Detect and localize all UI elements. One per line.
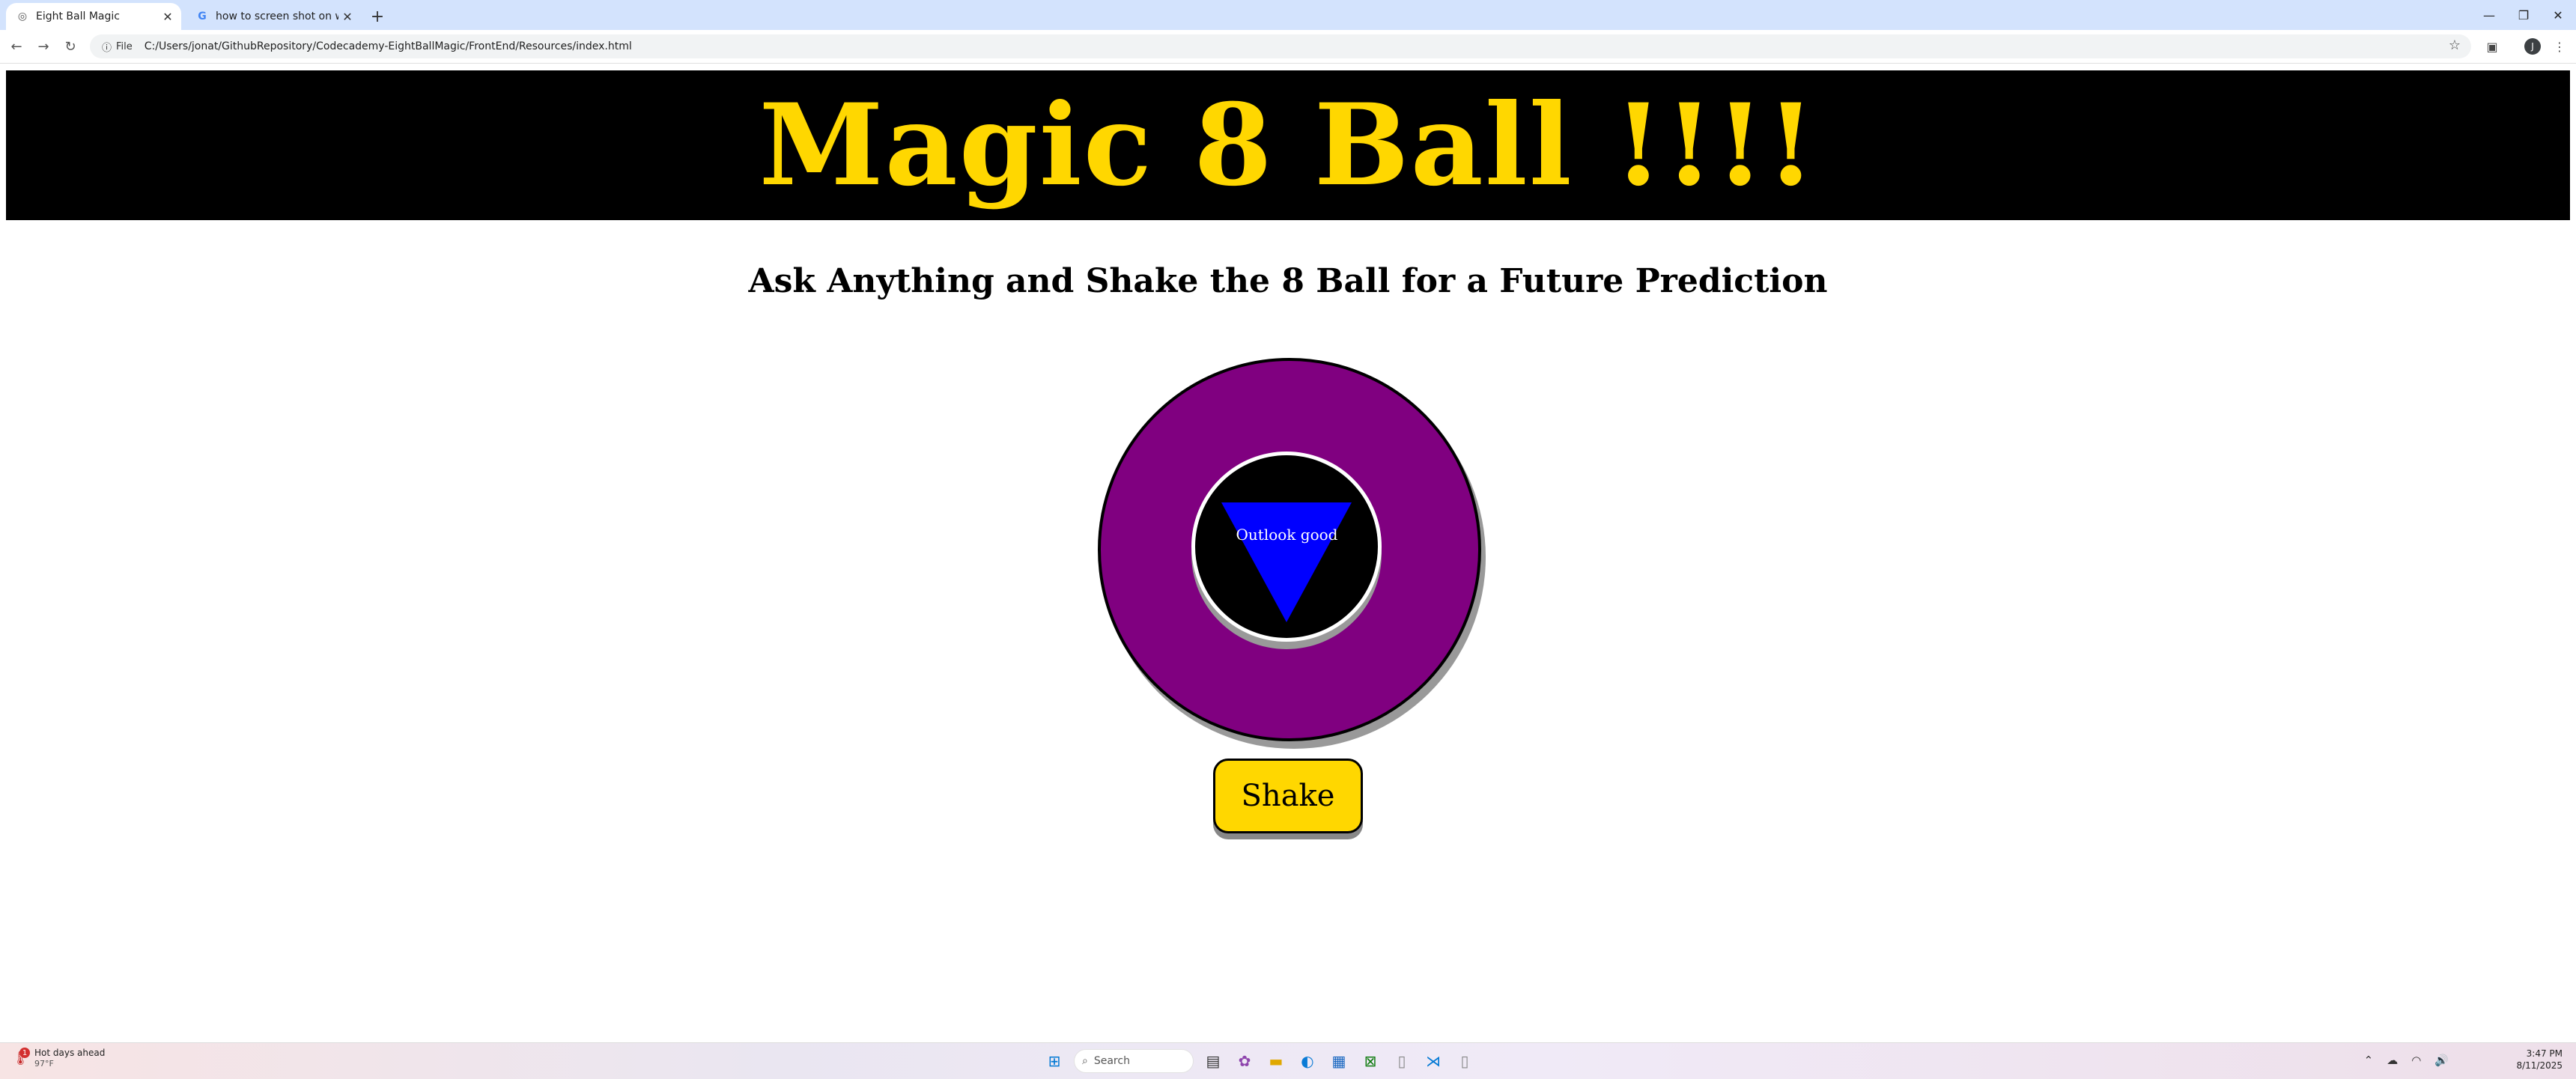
google-icon: G — [198, 10, 207, 22]
weather-title: Hot days ahead — [34, 1048, 106, 1058]
xbox-icon[interactable]: ⊠ — [1358, 1049, 1382, 1073]
taskbar-search[interactable]: ⌕ Search — [1074, 1049, 1194, 1073]
search-icon: ⌕ — [1082, 1055, 1088, 1067]
page-title: Magic 8 Ball !!!! — [759, 79, 1817, 211]
info-icon: ⓘ — [102, 42, 112, 54]
shake-button[interactable]: Shake — [1213, 759, 1363, 833]
close-window-icon[interactable]: ✕ — [2540, 0, 2576, 30]
onedrive-icon[interactable]: ☁ — [2387, 1054, 2398, 1067]
answer-triangle — [1221, 502, 1352, 622]
wifi-icon[interactable]: ◠ — [2411, 1054, 2421, 1067]
notepad-icon[interactable]: ▯ — [1390, 1049, 1414, 1073]
tab-strip: ◎ Eight Ball Magic ✕ G how to screen sho… — [0, 0, 2576, 30]
page-viewport: Magic 8 Ball !!!! Ask Anything and Shake… — [0, 64, 2576, 1042]
tab-screenshot-search[interactable]: G how to screen shot on windows ✕ — [186, 3, 361, 30]
copilot-icon[interactable]: ✿ — [1233, 1049, 1257, 1073]
weather-temp: 97°F — [34, 1059, 54, 1069]
chevron-up-icon[interactable]: ⌃ — [2364, 1054, 2374, 1067]
scheme-label: File — [116, 40, 133, 52]
address-bar[interactable]: ⓘ File C:/Users/jonat/GithubRepository/C… — [90, 34, 2471, 58]
search-placeholder: Search — [1093, 1055, 1130, 1067]
edge-icon[interactable]: ◐ — [1295, 1049, 1319, 1073]
side-panel-icon[interactable]: ▣ — [2482, 36, 2503, 57]
weather-widget[interactable]: 🌡 1 Hot days ahead 97°F — [12, 1048, 105, 1069]
back-icon[interactable]: ← — [6, 36, 27, 57]
answer-text: Outlook good — [1236, 526, 1338, 544]
forward-icon[interactable]: → — [33, 36, 54, 57]
clock-date: 8/11/2025 — [2516, 1060, 2563, 1071]
reload-icon[interactable]: ↻ — [60, 36, 81, 57]
volume-icon[interactable]: 🔊 — [2434, 1054, 2449, 1067]
minimize-icon[interactable]: — — [2471, 0, 2507, 30]
task-view-icon[interactable]: ▤ — [1201, 1049, 1225, 1073]
page-subtitle: Ask Anything and Shake the 8 Ball for a … — [748, 262, 1828, 300]
store-icon[interactable]: ▦ — [1327, 1049, 1351, 1073]
close-tab-icon[interactable]: ✕ — [159, 7, 177, 25]
tab-title: Eight Ball Magic — [36, 10, 120, 22]
profile-button[interactable]: J — [2522, 36, 2543, 57]
notification-badge: 1 — [19, 1048, 30, 1058]
file-explorer-icon[interactable]: ▬ — [1264, 1049, 1288, 1073]
globe-icon: ◎ — [17, 10, 28, 22]
avatar: J — [2524, 38, 2541, 55]
new-tab-button[interactable]: + — [367, 6, 388, 27]
system-tray: ⌃ ☁ ◠ 🔊 — [2364, 1054, 2449, 1067]
taskbar-apps: ⊞ ⌕ Search ▤ ✿ ▬ ◐ ▦ ⊠ ▯ ⋊ ▯ — [1042, 1049, 1477, 1073]
vscode-icon[interactable]: ⋊ — [1421, 1049, 1445, 1073]
restore-icon[interactable]: ❐ — [2506, 0, 2542, 30]
site-info-chip[interactable]: ⓘ File — [96, 37, 139, 55]
bookmark-star-icon[interactable]: ☆ — [2449, 37, 2461, 53]
tab-title: how to screen shot on windows — [216, 10, 338, 22]
windows-start-icon[interactable]: ⊞ — [1042, 1049, 1066, 1073]
menu-kebab-icon[interactable]: ⋮ — [2549, 36, 2570, 57]
thermometer-icon: 🌡 1 — [12, 1048, 30, 1066]
document-icon[interactable]: ▯ — [1453, 1049, 1477, 1073]
eight-ball-window: Outlook good — [1191, 452, 1382, 642]
browser-toolbar: ← → ↻ ⓘ File C:/Users/jonat/GithubReposi… — [0, 30, 2576, 64]
close-tab-icon[interactable]: ✕ — [338, 7, 356, 25]
clock-time: 3:47 PM — [2526, 1048, 2563, 1059]
title-banner: Magic 8 Ball !!!! — [6, 70, 2570, 220]
tab-eight-ball-magic[interactable]: ◎ Eight Ball Magic ✕ — [6, 3, 181, 30]
url-text[interactable]: C:/Users/jonat/GithubRepository/Codecade… — [145, 40, 632, 52]
clock[interactable]: 3:47 PM 8/11/2025 — [2516, 1048, 2563, 1072]
taskbar: 🌡 1 Hot days ahead 97°F ⊞ ⌕ Search ▤ ✿ ▬… — [0, 1042, 2576, 1079]
